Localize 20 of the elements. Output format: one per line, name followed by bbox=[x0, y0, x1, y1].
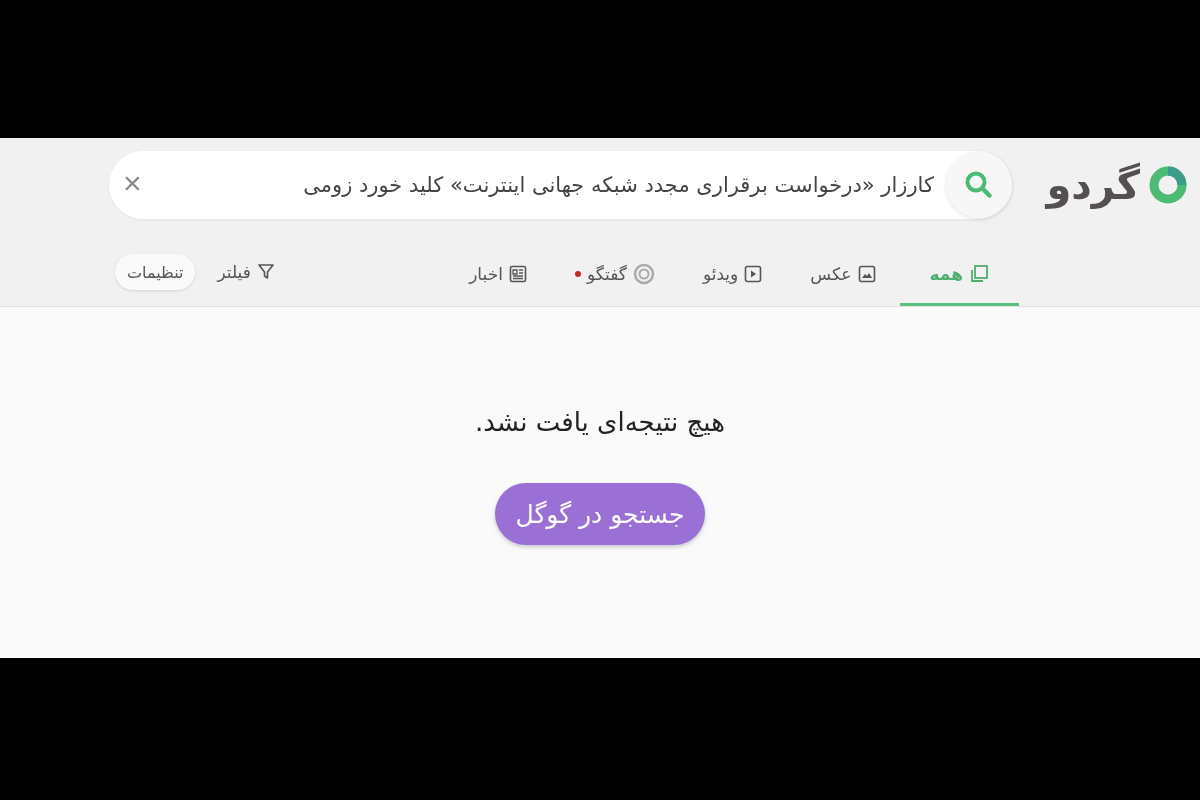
pages-icon bbox=[969, 263, 989, 284]
google-search-button[interactable]: جستجو در گوگل bbox=[495, 483, 705, 545]
search-icon bbox=[963, 169, 995, 201]
search-query: کارزار «درخواست برقراری مجدد شبکه جهانی اینترنت» کلید خورد زومی bbox=[302, 173, 935, 197]
search-button[interactable] bbox=[946, 152, 1012, 218]
newspaper-icon bbox=[508, 264, 527, 283]
search-field[interactable]: کارزار «درخواست برقراری مجدد شبکه جهانی اینترنت» کلید خورد زومی × bbox=[109, 151, 1012, 219]
image-icon bbox=[857, 264, 876, 283]
tab[interactable]: ویدئو bbox=[678, 244, 787, 306]
no-results-message: هیچ نتیجه‌ای یافت نشد. bbox=[475, 407, 725, 437]
filter-button[interactable]: فیلتر bbox=[205, 241, 287, 303]
ring-icon bbox=[632, 262, 655, 285]
tab[interactable]: گفتگو bbox=[550, 244, 679, 306]
clear-button[interactable]: × bbox=[109, 167, 160, 203]
play-icon bbox=[744, 264, 763, 283]
filter-icon bbox=[256, 263, 275, 281]
tab[interactable]: اخبار bbox=[445, 244, 551, 306]
tab[interactable]: عکس bbox=[786, 244, 900, 306]
settings-button[interactable]: تنظیمات bbox=[115, 254, 196, 290]
logo-ring-icon bbox=[1148, 165, 1188, 205]
